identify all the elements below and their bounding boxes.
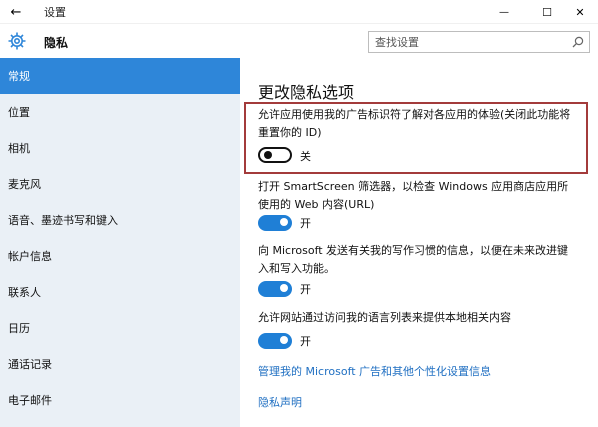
manage-ads-link[interactable]: 管理我的 Microsoft 广告和其他个性化设置信息 xyxy=(258,363,491,379)
gear-icon xyxy=(8,32,26,50)
back-arrow-icon: ← xyxy=(10,4,22,20)
page-title: 更改隐私选项 xyxy=(258,83,355,102)
language-list-toggle-label: 开 xyxy=(300,335,311,348)
search-box[interactable] xyxy=(368,31,590,53)
option-text-line: 重置你的 ID) xyxy=(258,126,322,139)
minimize-icon: — xyxy=(499,6,509,18)
toggle-knob xyxy=(264,151,272,159)
option-language-list-text: 允许网站通过访问我的语言列表来提供本地相关内容 xyxy=(258,309,590,327)
option-text-line: 允许网站通过访问我的语言列表来提供本地相关内容 xyxy=(258,311,511,324)
sidebar-item-calendar[interactable]: 日历 xyxy=(0,310,240,346)
sidebar-item-contacts[interactable]: 联系人 xyxy=(0,274,240,310)
title-bar: ← 设置 — ☐ ✕ xyxy=(0,0,598,24)
option-text-line: 打开 SmartScreen 筛选器，以检查 Windows 应用商店应用所 xyxy=(258,180,569,193)
sidebar-item-call-history[interactable]: 通话记录 xyxy=(0,346,240,382)
option-text-line: 使用的 Web 内容(URL) xyxy=(258,198,375,211)
ad-id-toggle-label: 关 xyxy=(300,150,311,163)
ad-id-toggle[interactable] xyxy=(258,147,292,163)
option-smartscreen-text: 打开 SmartScreen 筛选器，以检查 Windows 应用商店应用所 使… xyxy=(258,178,590,214)
search-input[interactable] xyxy=(375,34,565,50)
language-list-toggle[interactable] xyxy=(258,333,292,349)
sidebar-item-location[interactable]: 位置 xyxy=(0,94,240,130)
settings-header: 隐私 xyxy=(0,24,598,58)
option-text-line: 允许应用使用我的广告标识符了解对各应用的体验(关闭此功能将 xyxy=(258,108,571,121)
toggle-knob xyxy=(280,218,288,226)
sidebar: 常规 位置 相机 麦克风 语音、墨迹书写和键入 帐户信息 联系人 日历 通话记录… xyxy=(0,58,240,427)
sidebar-item-camera[interactable]: 相机 xyxy=(0,130,240,166)
option-ad-id-text: 允许应用使用我的广告标识符了解对各应用的体验(关闭此功能将 重置你的 ID) xyxy=(258,106,590,142)
search-icon[interactable] xyxy=(571,35,585,49)
option-writing-habits-text: 向 Microsoft 发送有关我的写作习惯的信息，以便在未来改进键 入和写入功… xyxy=(258,242,590,278)
sidebar-item-general[interactable]: 常规 xyxy=(0,58,240,94)
sidebar-item-speech-inking[interactable]: 语音、墨迹书写和键入 xyxy=(0,202,240,238)
option-text-line: 入和写入功能。 xyxy=(258,262,335,275)
writing-habits-toggle[interactable] xyxy=(258,281,292,297)
toggle-knob xyxy=(280,336,288,344)
minimize-button[interactable]: — xyxy=(484,0,524,24)
back-button[interactable]: ← xyxy=(4,0,28,24)
close-button[interactable]: ✕ xyxy=(560,0,598,24)
sidebar-item-email[interactable]: 电子邮件 xyxy=(0,382,240,418)
maximize-icon: ☐ xyxy=(542,5,552,19)
sidebar-item-microphone[interactable]: 麦克风 xyxy=(0,166,240,202)
window-title: 设置 xyxy=(44,6,66,19)
writing-habits-toggle-label: 开 xyxy=(300,283,311,296)
sidebar-item-account-info[interactable]: 帐户信息 xyxy=(0,238,240,274)
privacy-statement-link[interactable]: 隐私声明 xyxy=(258,394,302,410)
smartscreen-toggle[interactable] xyxy=(258,215,292,231)
main-content: 更改隐私选项 允许应用使用我的广告标识符了解对各应用的体验(关闭此功能将 重置你… xyxy=(240,58,598,427)
option-text-line: 向 Microsoft 发送有关我的写作习惯的信息，以便在未来改进键 xyxy=(258,244,569,257)
page-category-title: 隐私 xyxy=(44,36,69,50)
close-icon: ✕ xyxy=(575,5,585,19)
smartscreen-toggle-label: 开 xyxy=(300,217,311,230)
toggle-knob xyxy=(280,284,288,292)
